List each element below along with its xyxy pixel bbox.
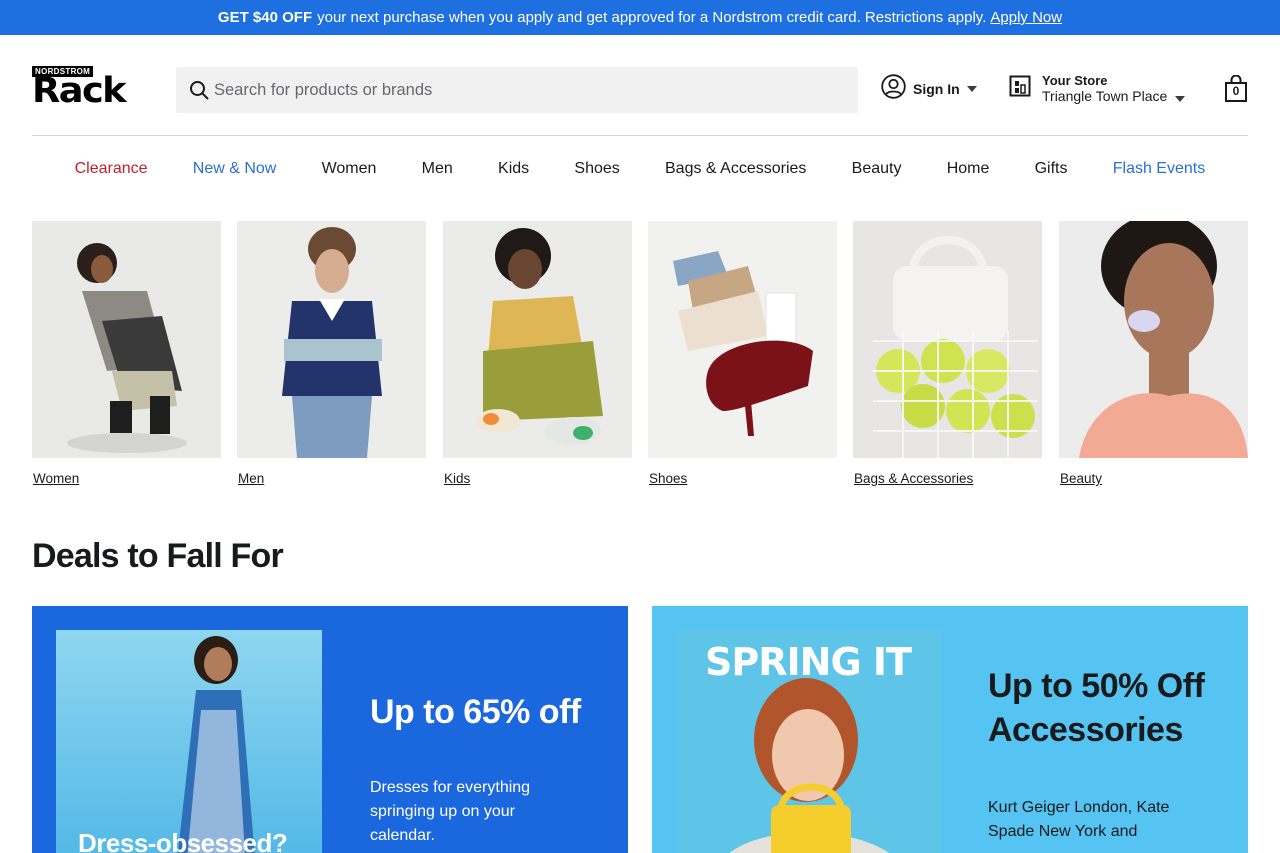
category-label-women[interactable]: Women [33,471,79,486]
deal-body: Dresses for everything springing up on y… [370,779,531,844]
category-tile-kids[interactable]: Kids [443,221,632,491]
category-label-beauty[interactable]: Beauty [1060,471,1102,486]
nav-item-beauty[interactable]: Beauty [852,160,902,178]
promo-banner: GET $40 OFF your next purchase when you … [0,0,1280,35]
deal-image-dresses: Dress-obsessed? [56,630,322,853]
shopping-bag-button[interactable]: 0 [1224,74,1248,103]
nav-item-new-and-now[interactable]: New & Now [193,160,277,178]
category-image-women [32,221,221,458]
store-selector[interactable]: Your Store Triangle Town Place [1009,68,1186,108]
apply-now-link[interactable]: Apply Now [990,9,1062,26]
category-image-bags-accessories [853,221,1042,458]
category-tile-shoes[interactable]: Shoes [648,221,837,491]
category-tile-men[interactable]: Men [237,221,426,491]
category-image-men [237,221,426,458]
chevron-down-icon [1175,95,1186,102]
category-tile-bags-accessories[interactable]: Bags & Accessories [853,221,1042,491]
deal-headline: Up to 65% off [370,693,581,731]
deal-headline: Up to 50% Off Accessories [988,667,1205,749]
account-icon [881,74,906,104]
category-label-kids[interactable]: Kids [444,471,470,486]
deal-card-accessories[interactable]: SPRING IT Up to 50% Off Accessories Kurt… [652,606,1248,853]
category-tile-women[interactable]: Women [32,221,221,491]
promo-offer: GET $40 OFF [217,9,313,26]
deal-image-text: Dress-obsessed? [78,828,288,853]
header-divider [32,135,1248,136]
sign-in-label: Sign In [913,81,960,97]
search-input[interactable] [214,80,814,100]
deal-image-text: SPRING IT [705,640,912,684]
main-nav: Clearance New & Now Women Men Kids Shoes… [32,156,1248,182]
search-bar[interactable] [176,67,858,113]
store-label: Your Store [1042,72,1108,88]
search-icon[interactable] [176,80,216,100]
promo-message: your next purchase when you apply and ge… [317,9,987,26]
nav-item-clearance[interactable]: Clearance [75,160,148,178]
deals-heading: Deals to Fall For [32,537,284,575]
nav-item-gifts[interactable]: Gifts [1035,160,1068,178]
nav-item-flash-events[interactable]: Flash Events [1113,160,1205,178]
deal-image-accessories: SPRING IT [676,630,942,853]
sign-in-button[interactable]: Sign In [881,74,977,104]
category-label-men[interactable]: Men [238,471,264,486]
store-name: Triangle Town Place [1042,87,1168,104]
nordstrom-rack-logo[interactable]: NORDSTROM Rack [32,66,152,111]
category-label-shoes[interactable]: Shoes [649,471,687,486]
category-tile-beauty[interactable]: Beauty [1059,221,1248,491]
category-image-beauty [1059,221,1248,458]
nav-item-women[interactable]: Women [322,160,377,178]
deal-card-dresses[interactable]: Dress-obsessed? Up to 65% off Dresses fo… [32,606,628,853]
chevron-down-icon [966,86,977,92]
bag-count: 0 [1232,84,1240,98]
nav-item-bags-accessories[interactable]: Bags & Accessories [665,160,806,178]
category-image-shoes [648,221,837,458]
deal-body: Kurt Geiger London, Kate Spade New York … [988,799,1170,840]
nav-item-home[interactable]: Home [947,160,990,178]
logo-word: Rack [32,71,127,111]
nav-item-kids[interactable]: Kids [498,160,529,178]
category-image-kids [443,221,632,458]
category-label-bags-accessories[interactable]: Bags & Accessories [854,471,973,486]
nav-item-shoes[interactable]: Shoes [574,160,619,178]
store-icon [1009,75,1031,102]
nav-item-men[interactable]: Men [422,160,453,178]
